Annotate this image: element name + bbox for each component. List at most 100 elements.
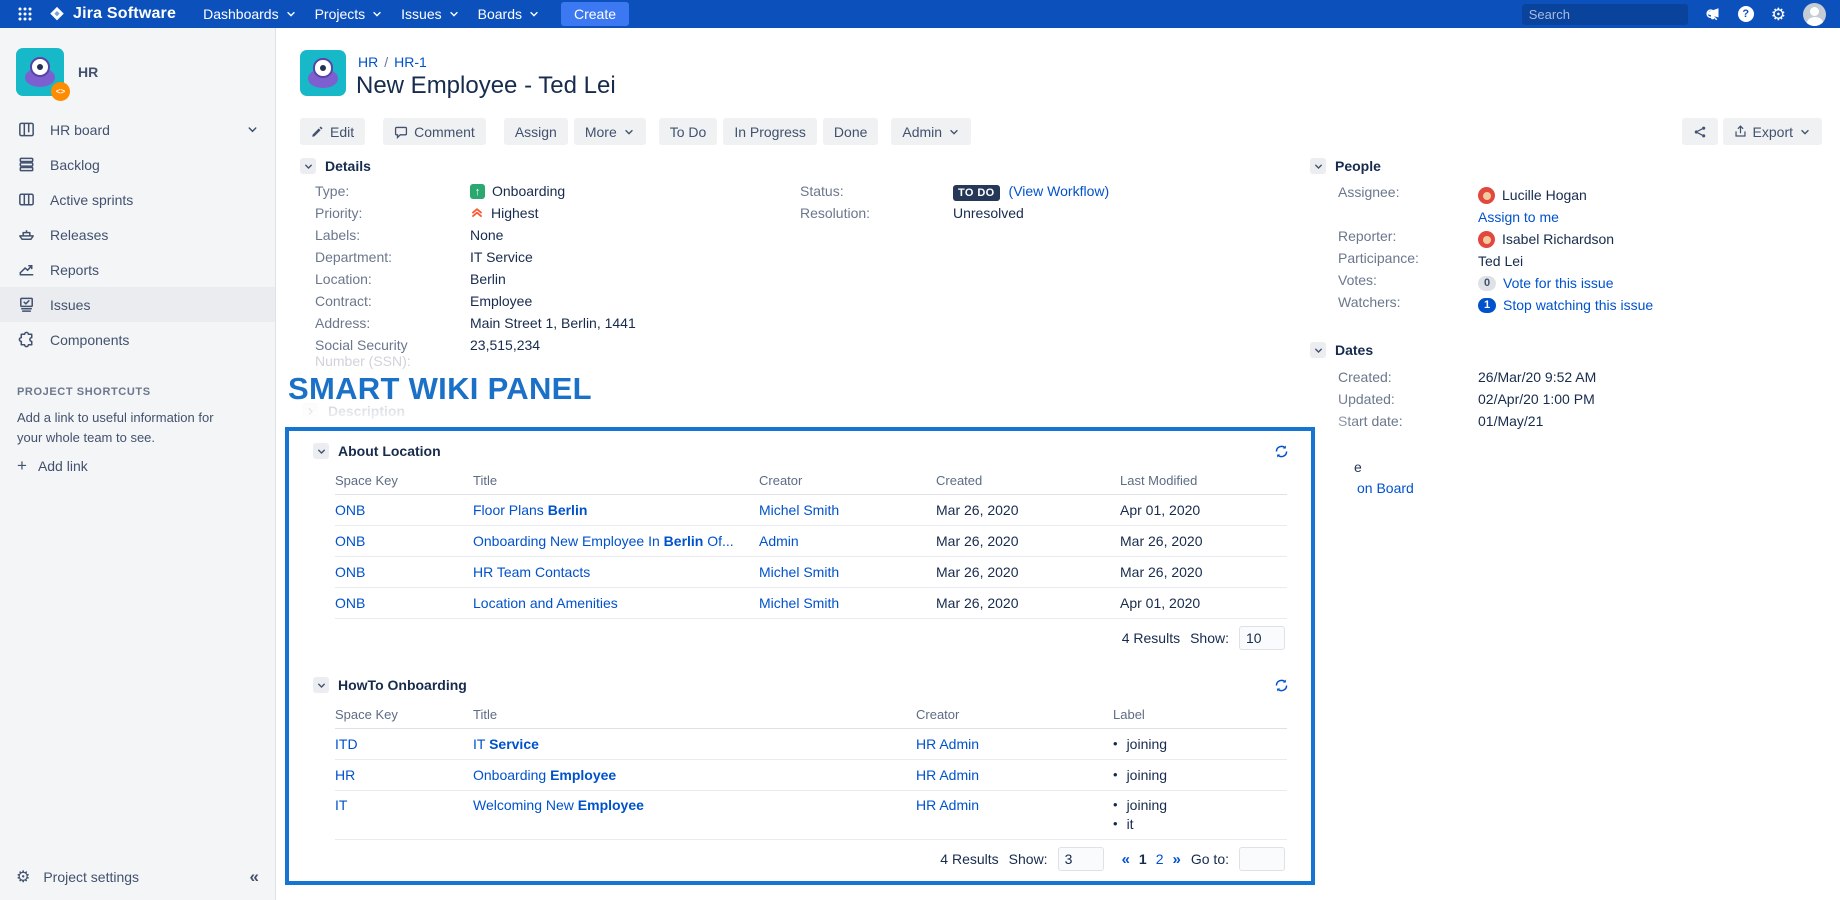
- cell-last-modified: Mar 26, 2020: [1120, 564, 1287, 580]
- stop-watching-link[interactable]: Stop watching this issue: [1503, 297, 1653, 313]
- sidebar-item-releases[interactable]: Releases: [0, 217, 275, 252]
- col-title: Title: [473, 473, 759, 488]
- cell-title[interactable]: Onboarding Employee: [473, 767, 916, 783]
- assign-to-me-link[interactable]: Assign to me: [1478, 209, 1559, 225]
- app-switcher-icon[interactable]: [14, 3, 36, 25]
- done-transition-button[interactable]: Done: [823, 118, 878, 145]
- search-input[interactable]: [1529, 7, 1705, 22]
- sidebar-item-backlog[interactable]: Backlog: [0, 147, 275, 182]
- more-button[interactable]: More: [574, 118, 646, 145]
- cell-space-key[interactable]: ONB: [335, 595, 473, 611]
- cell-creator[interactable]: Admin: [759, 533, 936, 549]
- cell-creator[interactable]: HR Admin: [916, 767, 1113, 783]
- first-page-icon[interactable]: «: [1122, 851, 1130, 868]
- goto-page-input[interactable]: [1239, 847, 1285, 871]
- cell-title[interactable]: Onboarding New Employee In Berlin Of...: [473, 533, 759, 549]
- cell-title[interactable]: IT Service: [473, 736, 916, 752]
- page-title: New Employee - Ted Lei: [356, 72, 616, 100]
- sidebar-item-label: Reports: [50, 262, 99, 278]
- refresh-icon[interactable]: [1274, 678, 1289, 693]
- cell-creator[interactable]: HR Admin: [916, 736, 1113, 752]
- chevron-down-icon[interactable]: [313, 677, 329, 693]
- cell-title[interactable]: Welcoming New Employee: [473, 797, 916, 813]
- show-count-input[interactable]: [1239, 626, 1285, 650]
- export-button[interactable]: Export: [1723, 118, 1822, 145]
- people-heading: People: [1335, 158, 1381, 174]
- share-icon: [1693, 125, 1707, 139]
- assign-button[interactable]: Assign: [504, 118, 568, 145]
- edit-button[interactable]: Edit: [300, 118, 365, 145]
- comment-button[interactable]: Comment: [383, 118, 486, 145]
- dates-fields: Created: 26/Mar/20 9:52 AM Updated: 02/A…: [1338, 369, 1596, 435]
- cell-creator[interactable]: Michel Smith: [759, 595, 936, 611]
- nav-menu-dashboards[interactable]: Dashboards: [194, 0, 306, 28]
- cell-space-key[interactable]: ONB: [335, 564, 473, 580]
- pagination: « 1 2 »: [1122, 851, 1181, 868]
- chevron-down-icon[interactable]: [246, 123, 259, 136]
- settings-gear-icon[interactable]: ⚙: [1771, 6, 1786, 23]
- view-workflow-link[interactable]: (View Workflow): [1009, 183, 1110, 199]
- field-label-location: Location:: [315, 271, 470, 293]
- chevron-down-icon[interactable]: [300, 158, 316, 174]
- nav-menu-issues[interactable]: Issues: [392, 0, 468, 28]
- user-avatar[interactable]: [1803, 3, 1826, 26]
- create-button[interactable]: Create: [561, 2, 629, 26]
- view-on-board-link-partial[interactable]: on Board: [1357, 480, 1414, 496]
- cell-space-key[interactable]: IT: [335, 797, 473, 813]
- about-location-footer: 4 Results Show:: [313, 619, 1289, 657]
- field-label-resolution: Resolution:: [800, 205, 953, 227]
- cell-creator[interactable]: Michel Smith: [759, 564, 936, 580]
- last-page-icon[interactable]: »: [1173, 851, 1181, 868]
- sidebar-item-hr-board[interactable]: HR board: [0, 112, 275, 147]
- sidebar-item-issues[interactable]: Issues: [0, 287, 275, 322]
- vote-link[interactable]: Vote for this issue: [1503, 275, 1614, 291]
- sidebar-item-reports[interactable]: Reports: [0, 252, 275, 287]
- cell-space-key[interactable]: HR: [335, 767, 473, 783]
- cell-creator[interactable]: Michel Smith: [759, 502, 936, 518]
- jira-logo-icon: [48, 5, 66, 23]
- announcements-icon[interactable]: [1705, 6, 1721, 22]
- cell-title[interactable]: Location and Amenities: [473, 595, 759, 611]
- sidebar-item-label: Issues: [50, 297, 90, 313]
- cell-space-key[interactable]: ITD: [335, 736, 473, 752]
- jira-brand[interactable]: Jira Software: [48, 5, 176, 23]
- project-avatar[interactable]: <>: [16, 48, 64, 96]
- cell-space-key[interactable]: ONB: [335, 533, 473, 549]
- chevron-down-icon[interactable]: [313, 443, 329, 459]
- sidebar-item-active-sprints[interactable]: Active sprints: [0, 182, 275, 217]
- in-progress-transition-button[interactable]: In Progress: [723, 118, 817, 145]
- field-label-ssn: Social Security Number (SSN):: [315, 337, 470, 369]
- field-label-labels: Labels:: [315, 227, 470, 249]
- chevron-down-icon[interactable]: [1310, 342, 1326, 358]
- field-value-address: Main Street 1, Berlin, 1441: [470, 315, 636, 337]
- col-label: Label: [1113, 707, 1287, 722]
- admin-button[interactable]: Admin: [891, 118, 971, 145]
- show-count-input[interactable]: [1058, 847, 1104, 871]
- breadcrumb-project-link[interactable]: HR: [358, 54, 378, 70]
- cell-title[interactable]: Floor Plans Berlin: [473, 502, 759, 518]
- add-link-button[interactable]: + Add link: [17, 456, 88, 476]
- share-button[interactable]: [1682, 118, 1718, 145]
- nav-menu-boards[interactable]: Boards: [469, 0, 549, 28]
- cell-title[interactable]: HR Team Contacts: [473, 564, 759, 580]
- cell-space-key[interactable]: ONB: [335, 502, 473, 518]
- pencil-icon: [311, 125, 324, 138]
- brand-label: Jira Software: [73, 5, 176, 23]
- breadcrumb-issue-link[interactable]: HR-1: [394, 54, 427, 70]
- nav-menu-projects[interactable]: Projects: [306, 0, 393, 28]
- assignee-avatar: [1478, 187, 1495, 204]
- sidebar-item-components[interactable]: Components: [0, 322, 275, 357]
- global-search[interactable]: [1522, 4, 1688, 25]
- help-icon[interactable]: ?: [1738, 6, 1754, 22]
- field-label-watchers: Watchers:: [1338, 294, 1478, 316]
- collapse-sidebar-icon[interactable]: «: [250, 867, 259, 887]
- page-2[interactable]: 2: [1156, 851, 1164, 867]
- cell-creator[interactable]: HR Admin: [916, 797, 1113, 813]
- todo-transition-button[interactable]: To Do: [659, 118, 718, 145]
- project-settings-button[interactable]: Project settings: [43, 869, 139, 885]
- nav-menu-label: Boards: [478, 6, 522, 22]
- refresh-icon[interactable]: [1274, 444, 1289, 459]
- page-1[interactable]: 1: [1139, 851, 1147, 867]
- chevron-down-icon[interactable]: [1310, 158, 1326, 174]
- dates-heading: Dates: [1335, 342, 1373, 358]
